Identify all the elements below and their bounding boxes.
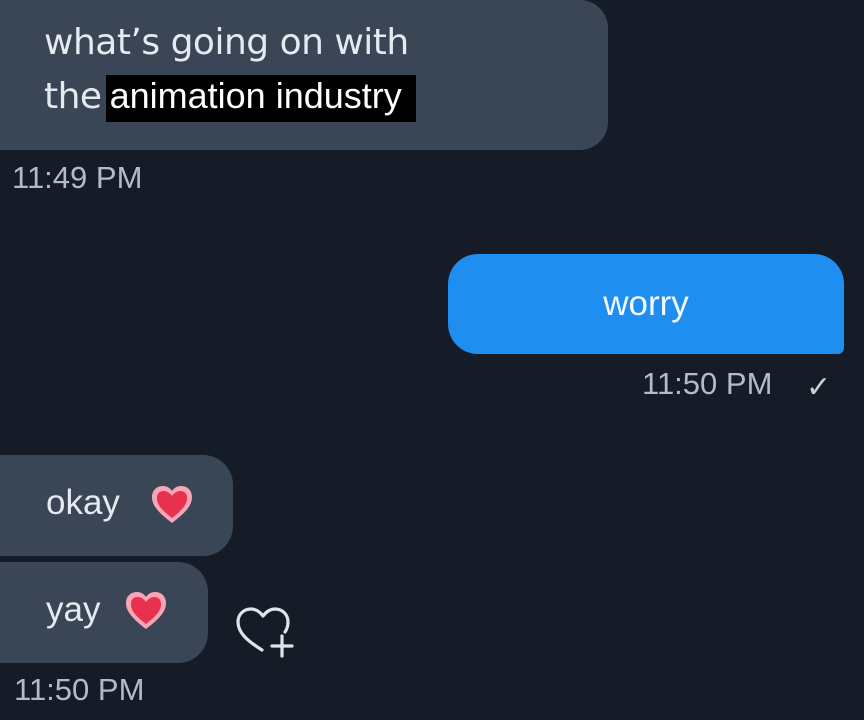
read-check-icon: ✓ [806, 371, 832, 404]
red-heart-icon [126, 592, 166, 629]
message-bubble-incoming[interactable]: okay [0, 455, 233, 556]
redacted-highlight-text: animation industry [105, 75, 416, 122]
message-text: worry [603, 284, 689, 323]
message-bubble-incoming[interactable]: yay [0, 562, 208, 663]
message-text-line: what’s going on with [44, 22, 409, 63]
message-timestamp: 11:50 PM [14, 672, 145, 707]
message-text: okay [46, 483, 120, 522]
message-timestamp: 11:49 PM [12, 160, 143, 195]
message-text-prefix: the [44, 76, 102, 117]
message-bubble-outgoing[interactable]: worry [448, 254, 844, 354]
message-bubble-incoming[interactable]: what’s going on with the animation indust… [0, 0, 608, 150]
message-text-line: the animation industry [44, 75, 416, 122]
message-text: yay [46, 590, 101, 629]
red-heart-icon [152, 486, 192, 523]
add-reaction-heart-icon[interactable] [232, 600, 298, 660]
message-timestamp: 11:50 PM [642, 366, 773, 401]
